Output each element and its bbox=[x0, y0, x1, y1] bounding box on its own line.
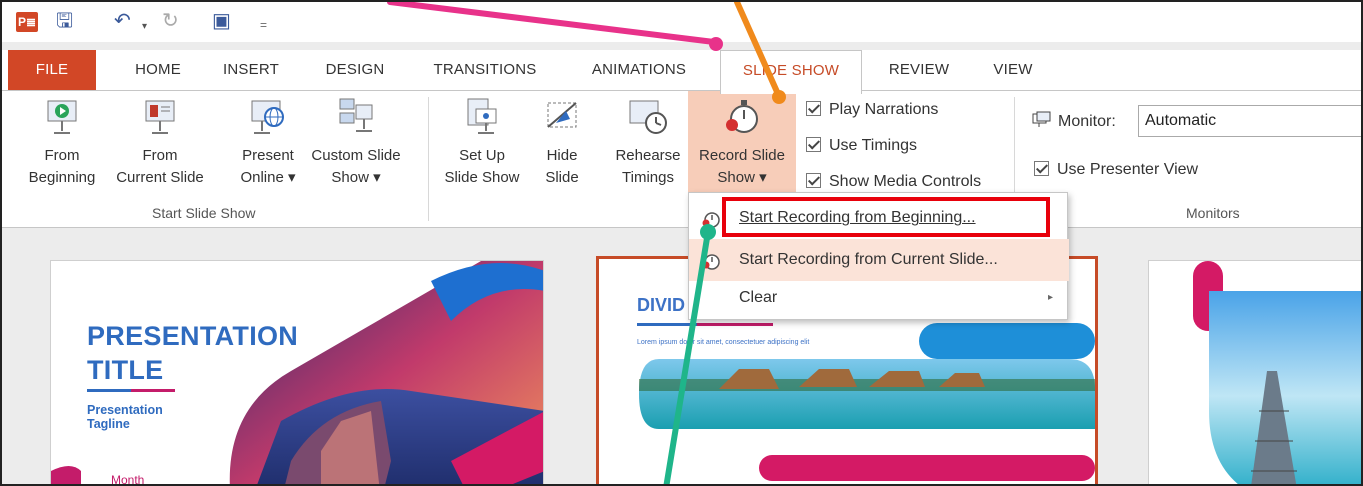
checkbox-checked-icon bbox=[806, 173, 821, 188]
save-icon[interactable]: 🖫 bbox=[56, 10, 73, 32]
hide-slide-button[interactable]: Hide Slide bbox=[534, 97, 590, 189]
start-from-beginning-icon[interactable]: ▣ bbox=[212, 10, 231, 32]
monitors-group-label: Monitors bbox=[1186, 205, 1240, 221]
slide1-title-line1: PRESENTATION bbox=[87, 321, 299, 351]
tab-animations[interactable]: ANIMATIONS bbox=[574, 50, 704, 92]
checkbox-checked-icon bbox=[806, 137, 821, 152]
slide1-month: Month bbox=[111, 473, 145, 486]
from-beginning-line1: From bbox=[44, 147, 80, 164]
record-slide-show-button[interactable]: Record Slide Show ▾ bbox=[688, 97, 796, 189]
from-current-slide-line1: From bbox=[142, 147, 178, 164]
start-recording-current-label: Start Recording from Current Slide... bbox=[739, 251, 998, 268]
slide1-title: PRESENTATION TITLE bbox=[87, 319, 298, 387]
present-online-icon bbox=[251, 100, 284, 134]
set-up-slide-show-icon bbox=[467, 98, 497, 134]
redo-icon[interactable]: ↻ bbox=[162, 10, 179, 32]
from-current-slide-line2: Current Slide bbox=[116, 169, 204, 186]
monitor-label: Monitor: bbox=[1058, 113, 1116, 130]
hide-slide-icon bbox=[547, 102, 577, 128]
rehearse-timings-line1: Rehearse bbox=[615, 147, 681, 164]
tab-insert[interactable]: INSERT bbox=[210, 50, 292, 92]
quick-access-toolbar: P≣ 🖫 ↶ ▾ ↻ ▣ = bbox=[2, 2, 1361, 42]
monitor-select-value: Automatic bbox=[1145, 112, 1217, 129]
record-stopwatch-icon bbox=[702, 254, 720, 270]
customize-toolbar-icon[interactable]: = bbox=[260, 14, 267, 36]
from-current-slide-icon bbox=[145, 100, 175, 134]
start-slide-show-group-label: Start Slide Show bbox=[152, 205, 256, 221]
from-beginning-button[interactable]: From Beginning bbox=[16, 97, 108, 189]
use-timings-label: Use Timings bbox=[829, 137, 918, 154]
record-slide-show-line1: Record Slide bbox=[699, 147, 785, 164]
slide2-title: DIVID bbox=[637, 295, 686, 315]
play-narrations-checkbox[interactable]: Play Narrations bbox=[806, 99, 938, 121]
use-timings-checkbox[interactable]: Use Timings bbox=[806, 135, 917, 157]
tab-transitions[interactable]: TRANSITIONS bbox=[418, 50, 552, 92]
slide1-tagline-line2: Tagline bbox=[87, 417, 130, 431]
from-beginning-line2: Beginning bbox=[28, 169, 96, 186]
slide3-artwork bbox=[1193, 261, 1361, 484]
menu-item-clear[interactable]: Clear ▸ bbox=[689, 277, 1069, 319]
use-presenter-view-label: Use Presenter View bbox=[1057, 161, 1199, 178]
hide-slide-line2: Slide bbox=[545, 169, 579, 186]
from-beginning-icon bbox=[47, 100, 77, 134]
play-narrations-label: Play Narrations bbox=[829, 101, 939, 118]
tab-file[interactable]: FILE bbox=[8, 50, 96, 92]
set-up-slide-show-line2: Slide Show bbox=[444, 169, 520, 186]
custom-slide-show-line2: Show ▾ bbox=[331, 169, 381, 186]
slide2-body-text: Lorem ipsum dolor sit amet, consectetuer… bbox=[637, 339, 810, 346]
tab-slide-show[interactable]: SLIDE SHOW bbox=[720, 50, 862, 94]
powerpoint-window: P≣ 🖫 ↶ ▾ ↻ ▣ = FILE HOME INSERT DESIGN T… bbox=[0, 0, 1363, 486]
slide-sorter-area: PRESENTATION TITLE Presentation Tagline … bbox=[2, 228, 1361, 486]
ribbon: From Beginning From Current Slide Presen… bbox=[2, 90, 1361, 228]
tab-design[interactable]: DESIGN bbox=[312, 50, 398, 92]
slide1-tagline-line1: Presentation bbox=[87, 403, 163, 417]
ribbon-tabs: FILE HOME INSERT DESIGN TRANSITIONS ANIM… bbox=[2, 50, 1361, 94]
checkbox-checked-icon bbox=[1034, 161, 1049, 176]
custom-slide-show-button[interactable]: Custom Slide Show ▾ bbox=[306, 97, 406, 189]
highlight-box bbox=[722, 197, 1050, 237]
monitor-label-row: Monitor: bbox=[1032, 111, 1116, 133]
slide1-title-line2: TITLE bbox=[87, 355, 164, 385]
undo-dropdown-icon[interactable]: ▾ bbox=[142, 16, 147, 38]
custom-slide-show-icon bbox=[339, 98, 373, 132]
powerpoint-logo-icon: P≣ bbox=[16, 12, 38, 32]
checkbox-checked-icon bbox=[806, 101, 821, 116]
tab-review[interactable]: REVIEW bbox=[876, 50, 962, 92]
set-up-slide-show-line1: Set Up bbox=[459, 147, 505, 164]
from-current-slide-button[interactable]: From Current Slide bbox=[108, 97, 212, 189]
record-slide-show-line2: Show ▾ bbox=[717, 169, 767, 186]
record-stopwatch-icon bbox=[726, 100, 758, 133]
slide-thumbnail-1[interactable]: PRESENTATION TITLE Presentation Tagline … bbox=[50, 260, 544, 486]
rehearse-timings-button[interactable]: Rehearse Timings bbox=[608, 97, 688, 189]
submenu-arrow-icon: ▸ bbox=[1047, 292, 1053, 303]
rehearse-timings-line2: Timings bbox=[622, 169, 674, 186]
tab-home[interactable]: HOME bbox=[118, 50, 198, 92]
tab-view[interactable]: VIEW bbox=[980, 50, 1046, 92]
use-presenter-view-checkbox[interactable]: Use Presenter View bbox=[1034, 159, 1198, 181]
monitor-select[interactable]: Automatic bbox=[1138, 105, 1361, 137]
present-online-line1: Present bbox=[242, 147, 294, 164]
clear-label: Clear bbox=[739, 289, 778, 306]
undo-icon[interactable]: ↶ bbox=[114, 10, 131, 32]
ribbon-separator bbox=[428, 97, 429, 221]
custom-slide-show-line1: Custom Slide bbox=[311, 147, 401, 164]
present-online-button[interactable]: Present Online ▾ bbox=[232, 97, 304, 189]
set-up-slide-show-button[interactable]: Set Up Slide Show bbox=[434, 97, 530, 189]
monitor-icon bbox=[1032, 111, 1051, 127]
slide-thumbnail-3[interactable] bbox=[1148, 260, 1361, 484]
present-online-line2: Online ▾ bbox=[240, 169, 296, 186]
hide-slide-line1: Hide bbox=[546, 147, 578, 164]
record-stopwatch-icon bbox=[702, 212, 720, 228]
show-media-controls-label: Show Media Controls bbox=[829, 173, 982, 190]
menu-item-start-recording-current[interactable]: Start Recording from Current Slide... bbox=[689, 239, 1069, 281]
show-media-controls-checkbox[interactable]: Show Media Controls bbox=[806, 171, 981, 193]
rehearse-timings-icon bbox=[629, 100, 667, 134]
slide1-tagline: Presentation Tagline bbox=[87, 403, 163, 431]
